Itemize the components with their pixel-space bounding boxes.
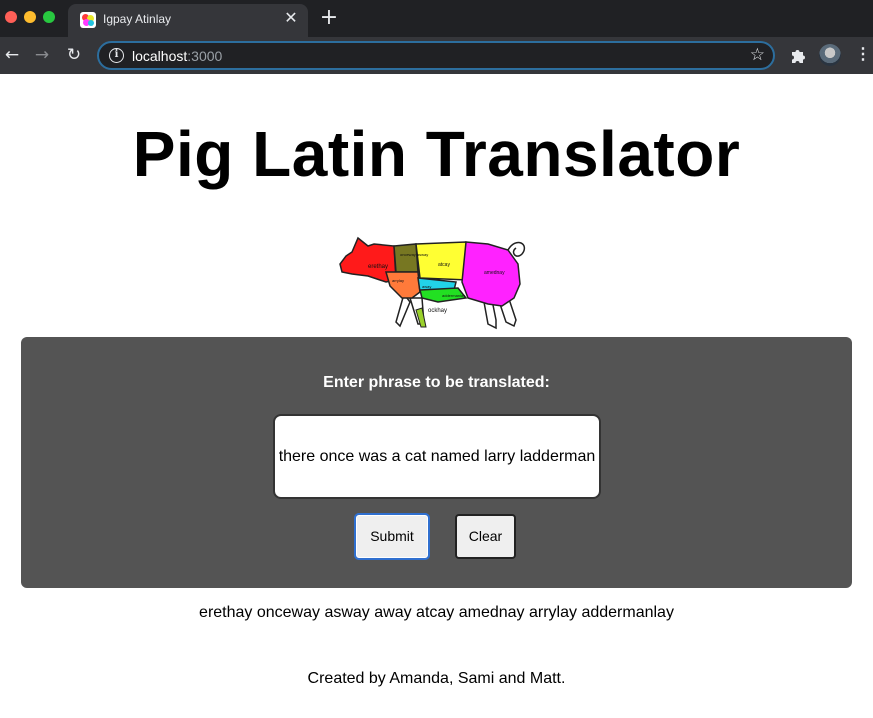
browser-titlebar: Igpay Atinlay ✕ + [0, 0, 873, 37]
phrase-input[interactable] [273, 414, 601, 499]
pig-label-shoulder: arrylay [392, 278, 404, 283]
pig-label-head: erethay [368, 264, 388, 270]
minimize-window-button[interactable] [24, 11, 36, 23]
input-prompt: Enter phrase to be translated: [323, 374, 550, 391]
url-host: localhost [132, 48, 188, 64]
menu-icon[interactable]: ⋮ [855, 45, 871, 65]
bookmark-star-icon[interactable]: ☆ [750, 45, 765, 65]
pig-label-rear: amednay [484, 270, 505, 276]
clear-button[interactable]: Clear [455, 514, 516, 559]
maximize-window-button[interactable] [43, 11, 55, 23]
reload-icon[interactable]: ↻ [62, 43, 86, 67]
pig-label-loin: away [422, 284, 431, 289]
pig-label-middle: atcay [438, 262, 450, 268]
pig-label-belly: addermanlay [442, 293, 465, 298]
pig-label-neck: onceway asway [400, 252, 428, 257]
new-tab-icon[interactable]: + [318, 6, 340, 30]
back-icon[interactable]: ← [0, 43, 24, 67]
pig-label-leg: ockhay [428, 308, 447, 314]
translation-result: erethay onceway asway away atcay amednay… [199, 604, 674, 621]
url-text[interactable]: localhost:3000 [132, 48, 222, 64]
profile-avatar[interactable] [819, 44, 841, 66]
browser-tab[interactable]: Igpay Atinlay ✕ [68, 4, 308, 37]
extensions-icon[interactable] [789, 46, 807, 64]
submit-button[interactable]: Submit [354, 513, 430, 560]
close-window-button[interactable] [5, 11, 17, 23]
forward-icon[interactable]: → [30, 43, 54, 67]
tab-close-icon[interactable]: ✕ [282, 10, 300, 28]
url-port: :3000 [187, 48, 223, 64]
favicon-icon [80, 12, 96, 28]
info-icon[interactable]: i [109, 48, 124, 63]
footer-credit: Created by Amanda, Sami and Matt. [307, 670, 566, 687]
translator-panel: Enter phrase to be translated: Submit Cl… [21, 337, 852, 588]
page-title: Pig Latin Translator [132, 118, 741, 190]
tab-title: Igpay Atinlay [103, 12, 172, 26]
address-bar[interactable]: i localhost:3000 ☆ [97, 41, 775, 70]
browser-toolbar: ← → ↻ i localhost:3000 ☆ ⋮ [0, 37, 873, 74]
pig-butcher-diagram: erethay onceway asway atcay amednay arry… [339, 236, 526, 330]
